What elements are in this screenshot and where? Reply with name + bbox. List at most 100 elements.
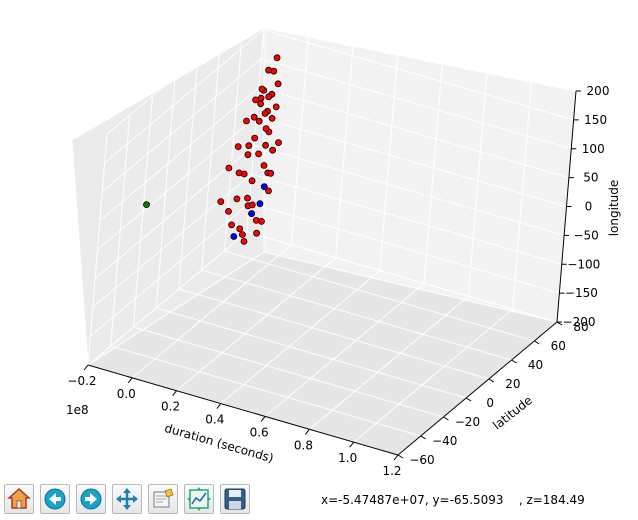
data-point bbox=[225, 164, 233, 172]
y-tick-label: −60 bbox=[409, 453, 434, 467]
y-tick bbox=[534, 340, 540, 345]
x-tick bbox=[349, 441, 355, 448]
data-point bbox=[273, 54, 281, 62]
x-tick bbox=[216, 403, 222, 409]
x-tick-label: 1.0 bbox=[338, 451, 357, 465]
data-point bbox=[248, 210, 256, 218]
data-point bbox=[230, 233, 238, 240]
y-tick-label: 20 bbox=[505, 377, 520, 391]
x-tick-label: 0.2 bbox=[161, 400, 180, 414]
data-point bbox=[253, 229, 261, 237]
x-tick bbox=[260, 416, 266, 422]
data-point bbox=[248, 177, 256, 185]
z-tick-label: −50 bbox=[573, 228, 598, 242]
data-point bbox=[258, 85, 266, 93]
data-point bbox=[143, 201, 150, 209]
data-point bbox=[275, 139, 282, 147]
y-tick-label: −20 bbox=[455, 415, 480, 429]
data-point bbox=[255, 117, 263, 125]
subplots-icon bbox=[187, 487, 211, 511]
data-point bbox=[257, 94, 265, 102]
data-point bbox=[265, 66, 273, 74]
plot-area[interactable]: −0.20.00.20.40.60.81.01.2−60−40−20020406… bbox=[0, 0, 638, 480]
data-point bbox=[269, 146, 277, 154]
y-tick-label: 60 bbox=[551, 339, 566, 353]
save-icon bbox=[224, 488, 246, 510]
y-tick bbox=[397, 454, 404, 459]
data-point bbox=[260, 183, 268, 191]
zoom-button[interactable] bbox=[148, 484, 178, 514]
navigation-toolbar: x=-5.47487e+07, y=-65.5093 , z=184.49 bbox=[0, 482, 638, 518]
z-tick-label: −150 bbox=[565, 286, 598, 300]
data-point bbox=[225, 207, 232, 215]
z-tick-label: −100 bbox=[567, 257, 600, 271]
y-tick-label: 0 bbox=[486, 396, 494, 410]
z-tick-label: 200 bbox=[587, 84, 610, 98]
data-point bbox=[262, 141, 270, 149]
x-tick bbox=[393, 454, 399, 461]
z-axis-label: longitude bbox=[607, 180, 621, 237]
y-tick-label: −40 bbox=[432, 434, 457, 448]
x-tick-label: 0.0 bbox=[117, 387, 136, 401]
forward-button[interactable] bbox=[76, 484, 106, 514]
data-point bbox=[234, 143, 242, 151]
data-point bbox=[245, 142, 253, 150]
pan-button[interactable] bbox=[112, 484, 142, 514]
y-tick bbox=[488, 378, 495, 383]
y-tick-label: 40 bbox=[528, 358, 543, 372]
y-tick bbox=[420, 435, 426, 440]
y-tick bbox=[465, 397, 472, 402]
data-point bbox=[248, 201, 256, 209]
home-button[interactable] bbox=[4, 484, 34, 514]
forward-arrow-icon bbox=[80, 488, 102, 510]
z-tick-label: 50 bbox=[583, 171, 598, 185]
z-tick-label: 100 bbox=[582, 142, 605, 156]
data-point bbox=[244, 194, 251, 202]
data-point bbox=[265, 93, 273, 101]
y-tick bbox=[443, 416, 449, 421]
data-point bbox=[261, 110, 269, 117]
save-button[interactable] bbox=[220, 484, 250, 514]
y-axis-label: latitude bbox=[490, 393, 535, 432]
data-point bbox=[268, 115, 276, 122]
x-tick bbox=[127, 377, 133, 384]
data-point bbox=[252, 216, 260, 224]
x-tick-label: 0.6 bbox=[250, 425, 269, 439]
back-button[interactable] bbox=[40, 484, 70, 514]
data-point bbox=[272, 103, 280, 111]
data-point bbox=[243, 117, 250, 125]
x-offset-label: 1e8 bbox=[66, 403, 89, 417]
back-arrow-icon bbox=[44, 488, 66, 510]
data-point bbox=[262, 125, 270, 133]
data-point bbox=[274, 80, 282, 88]
data-point bbox=[238, 231, 246, 239]
z-tick-label: −200 bbox=[563, 315, 596, 329]
data-point bbox=[267, 169, 275, 177]
data-point bbox=[260, 162, 268, 169]
x-tick-label: 0.8 bbox=[294, 438, 313, 452]
data-point bbox=[255, 150, 263, 158]
data-point bbox=[217, 198, 225, 206]
x-tick-label: 1.2 bbox=[382, 464, 401, 478]
pan-icon bbox=[116, 488, 138, 510]
x-tick bbox=[172, 390, 177, 397]
data-point bbox=[251, 134, 259, 142]
data-point bbox=[240, 237, 248, 245]
zoom-icon bbox=[153, 488, 174, 508]
data-point bbox=[257, 100, 265, 108]
data-point bbox=[250, 113, 258, 121]
data-point bbox=[256, 200, 264, 208]
subplots-button[interactable] bbox=[184, 484, 214, 514]
data-point bbox=[244, 151, 252, 159]
z-tick-label: 0 bbox=[585, 200, 593, 214]
cursor-coordinates: x=-5.47487e+07, y=-65.5093 , z=184.49 bbox=[321, 493, 585, 507]
z-tick-label: 150 bbox=[584, 113, 607, 127]
home-icon bbox=[7, 487, 31, 509]
data-point bbox=[236, 225, 244, 233]
x-tick bbox=[305, 428, 310, 435]
data-point bbox=[252, 96, 260, 104]
data-point bbox=[235, 169, 243, 177]
y-tick bbox=[511, 359, 517, 364]
data-point bbox=[233, 195, 241, 203]
x-tick bbox=[83, 364, 89, 371]
